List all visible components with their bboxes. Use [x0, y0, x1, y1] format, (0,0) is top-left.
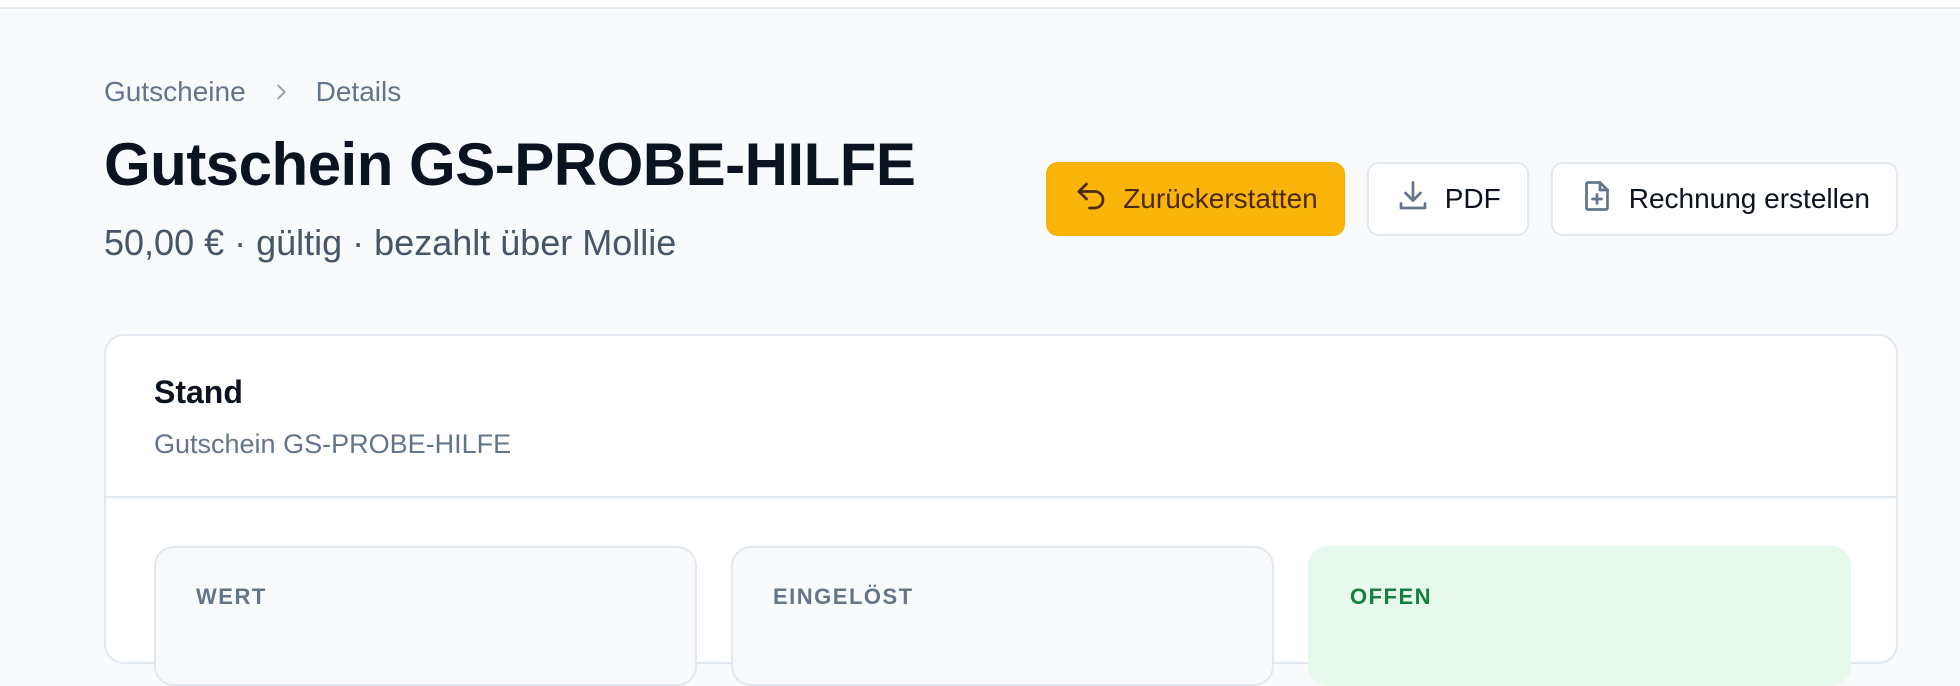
stat-redeemed-box: EINGELÖST	[731, 546, 1274, 686]
refund-button[interactable]: Zurückerstatten	[1046, 162, 1345, 236]
breadcrumb-link-gutscheine[interactable]: Gutscheine	[104, 76, 246, 108]
pdf-download-button[interactable]: PDF	[1366, 162, 1529, 236]
file-plus-icon	[1579, 178, 1615, 221]
status-card-title: Stand	[154, 374, 243, 410]
breadcrumb-current: Details	[315, 76, 402, 107]
stat-label-eingeloest: EINGELÖST	[773, 584, 914, 609]
status-card: Stand Gutschein GS-PROBE-HILFE WERT EING…	[104, 334, 1898, 686]
stats-row: WERT EINGELÖST OFFEN	[154, 546, 1851, 686]
undo-arrow-icon	[1073, 178, 1109, 221]
chevron-right-icon	[266, 77, 296, 107]
create-invoice-button[interactable]: Rechnung erstellen	[1550, 162, 1898, 236]
action-toolbar: Zurückerstatten PDF Rechnung erstellen	[1046, 162, 1898, 236]
stat-label-offen: OFFEN	[1350, 584, 1433, 609]
page-subtitle: 50,00 € · gültig · bezahlt über Mollie	[104, 222, 677, 263]
top-bar	[0, 0, 1960, 9]
refund-button-label: Zurückerstatten	[1123, 183, 1318, 214]
download-icon	[1395, 178, 1431, 221]
pdf-button-label: PDF	[1444, 183, 1501, 214]
stat-open-box: OFFEN	[1308, 546, 1851, 686]
status-card-header: Stand Gutschein GS-PROBE-HILFE	[106, 336, 1896, 498]
stat-value-box: WERT	[154, 546, 697, 686]
status-card-subtitle: Gutschein GS-PROBE-HILFE	[154, 429, 512, 459]
breadcrumb: Gutscheine Details	[104, 76, 401, 108]
page-title: Gutschein GS-PROBE-HILFE	[104, 131, 916, 198]
stat-label-wert: WERT	[196, 584, 267, 609]
create-invoice-button-label: Rechnung erstellen	[1628, 183, 1870, 214]
